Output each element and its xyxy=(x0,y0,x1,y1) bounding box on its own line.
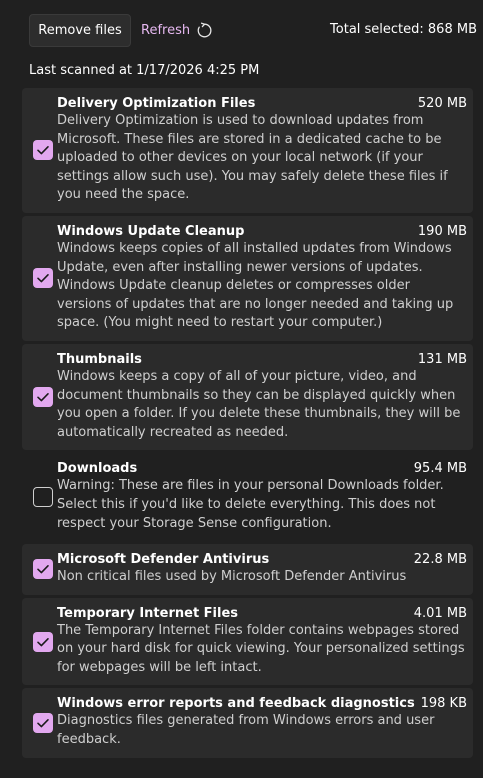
cleanup-item[interactable]: Windows error reports and feedback diagn… xyxy=(22,688,473,758)
item-title: Microsoft Defender Antivirus xyxy=(57,552,270,568)
total-selected: Total selected: 868 MB xyxy=(330,22,477,37)
item-title: Temporary Internet Files xyxy=(57,605,239,621)
item-header: Microsoft Defender Antivirus 22.8 MB xyxy=(57,552,467,567)
item-description: Delivery Optimization is used to downloa… xyxy=(57,113,448,203)
checkbox[interactable] xyxy=(33,268,53,289)
item-header: Windows Update Cleanup 190 MB xyxy=(57,224,467,239)
item-description: Non critical files used by Microsoft Def… xyxy=(57,569,407,585)
checkbox[interactable] xyxy=(33,631,53,652)
item-title: Windows error reports and feedback diagn… xyxy=(57,696,415,712)
item-description: Windows keeps copies of all installed up… xyxy=(57,240,454,331)
last-scanned-text: Last scanned at 1/17/2026 4:25 PM xyxy=(29,63,260,78)
item-size: 198 KB xyxy=(420,696,467,712)
toolbar: Remove files Refresh Total selected: 868… xyxy=(29,14,477,48)
item-title: Delivery Optimization Files xyxy=(57,96,256,111)
checkbox[interactable] xyxy=(33,713,53,734)
item-header: Delivery Optimization Files 520 MB xyxy=(57,96,467,111)
item-size: 95.4 MB xyxy=(413,461,467,477)
checkmark-icon xyxy=(37,637,49,646)
cleanup-item[interactable]: Downloads 95.4 MB Warning: These are files… xyxy=(22,453,473,542)
checkbox[interactable] xyxy=(33,140,53,161)
checkmark-icon xyxy=(37,393,49,402)
checkbox[interactable] xyxy=(33,387,53,408)
cleanup-item[interactable]: Delivery Optimization Files 520 MB Deliver… xyxy=(22,88,473,213)
item-description: Warning: These are files in your persona… xyxy=(57,478,444,531)
item-header: Windows error reports and feedback diagn… xyxy=(57,696,467,711)
item-title: Thumbnails xyxy=(57,351,142,367)
cleanup-item[interactable]: Microsoft Defender Antivirus 22.8 MB Non c… xyxy=(22,544,473,595)
cleanup-item[interactable]: Windows Update Cleanup 190 MB Windows keep… xyxy=(22,215,473,341)
cleanup-items-list: Delivery Optimization Files 520 MB Deliver… xyxy=(22,88,473,761)
refresh-icon xyxy=(196,22,213,39)
refresh-label: Refresh xyxy=(141,23,191,38)
remove-files-button[interactable]: Remove files xyxy=(29,14,131,47)
item-size: 520 MB xyxy=(417,96,467,111)
storage-cleanup-page: Remove files Refresh Total selected: 868… xyxy=(0,0,483,778)
item-description: Windows keeps a copy of all of your pict… xyxy=(57,368,461,440)
checkmark-icon xyxy=(37,719,49,728)
checkmark-icon xyxy=(37,146,49,155)
item-description: Diagnostics files generated from Windows… xyxy=(57,713,435,748)
refresh-button[interactable]: Refresh xyxy=(141,14,213,47)
cleanup-item[interactable]: Thumbnails 131 MB Windows keeps a copy of … xyxy=(22,343,473,451)
item-size: 131 MB xyxy=(417,351,467,367)
checkbox[interactable] xyxy=(33,487,53,508)
checkbox[interactable] xyxy=(33,559,53,580)
item-header: Downloads 95.4 MB xyxy=(57,461,467,476)
checkmark-icon xyxy=(37,274,49,283)
item-description: The Temporary Internet Files folder cont… xyxy=(57,622,465,675)
item-size: 4.01 MB xyxy=(413,605,467,621)
item-header: Thumbnails 131 MB xyxy=(57,352,467,367)
checkmark-icon xyxy=(37,565,49,574)
item-title: Windows Update Cleanup xyxy=(57,223,245,239)
item-size: 190 MB xyxy=(417,223,467,239)
item-header: Temporary Internet Files 4.01 MB xyxy=(57,606,467,621)
item-title: Downloads xyxy=(57,461,138,477)
cleanup-item[interactable]: Temporary Internet Files 4.01 MB The Tempo… xyxy=(22,597,473,686)
item-size: 22.8 MB xyxy=(413,552,467,568)
